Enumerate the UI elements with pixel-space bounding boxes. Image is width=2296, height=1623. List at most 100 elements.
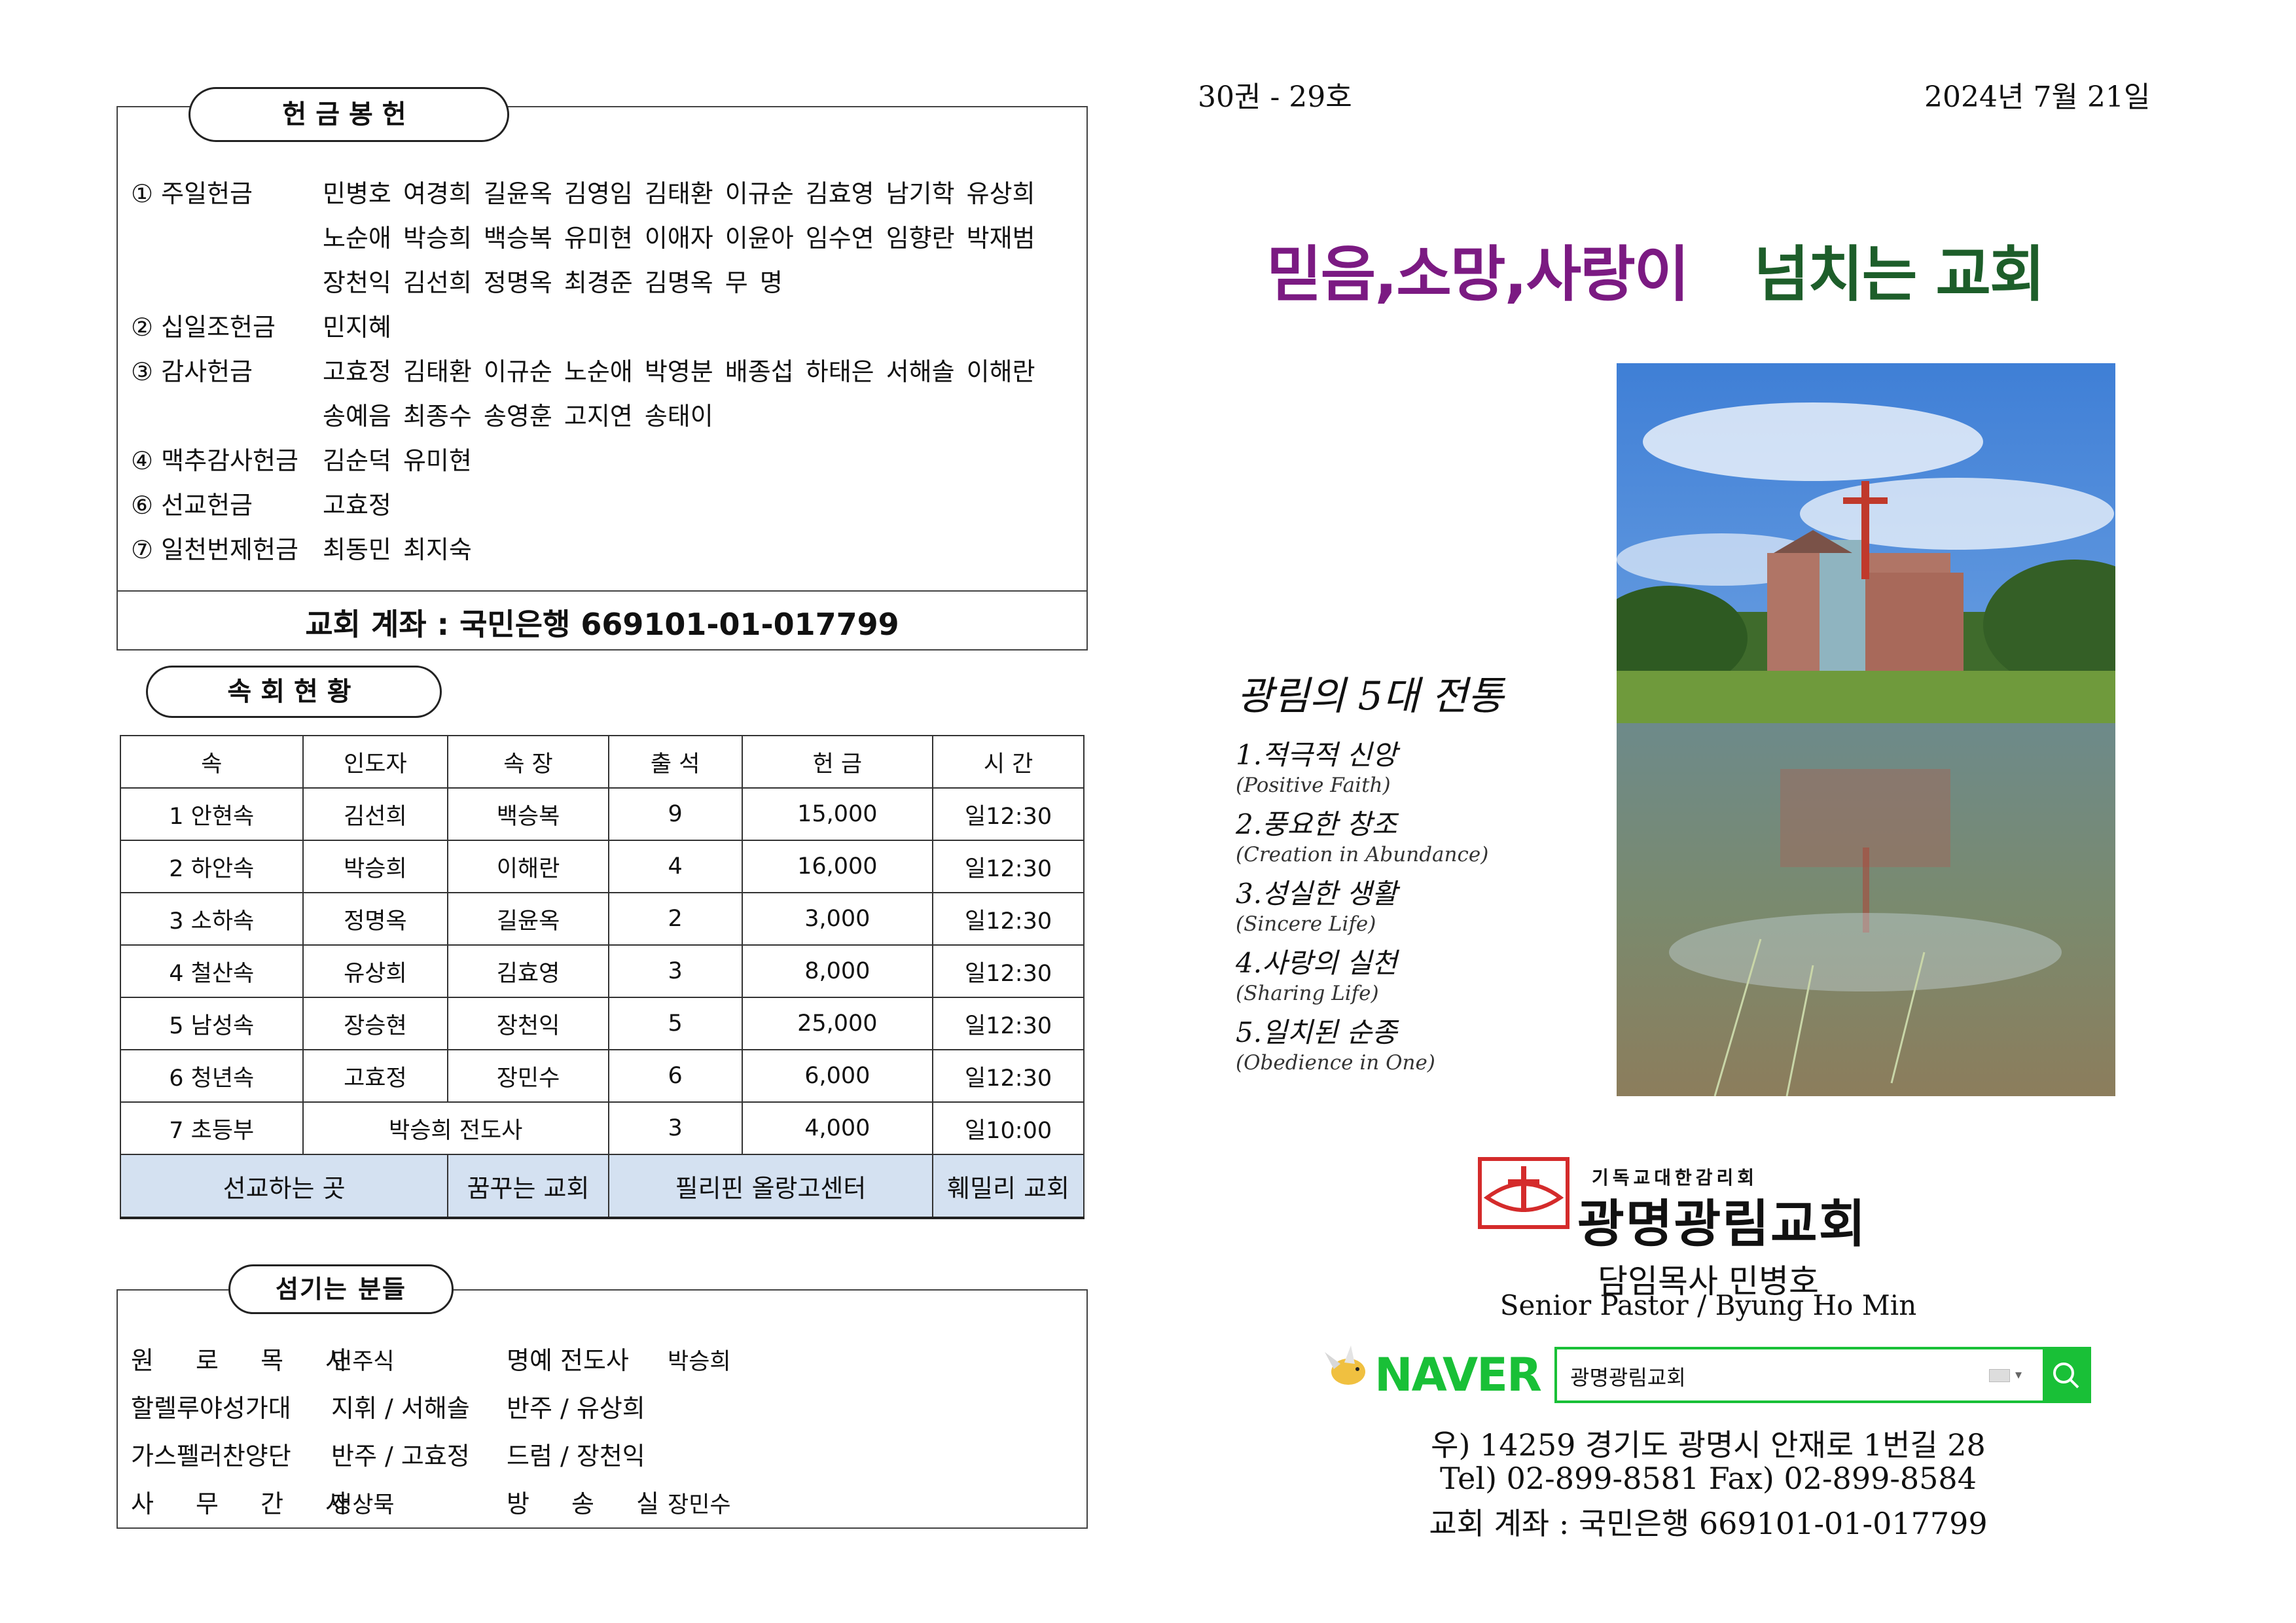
table-cell: 백승복 (447, 787, 609, 841)
table-cell: 고효정 (302, 1049, 449, 1103)
table-header-row: 속 인도자 속 장 출 석 헌 금 시 간 (120, 735, 1085, 789)
server-name: 민주식 (331, 1349, 395, 1375)
table-row: 4 철산속 유상희 김효영 3 8,000 일12:30 (120, 944, 1085, 998)
table-cell: 3 (607, 944, 743, 998)
dropdown-icon[interactable]: ▾ (2015, 1366, 2022, 1382)
table-cell: 6 (607, 1049, 743, 1103)
offering-names: 민병호 여경희 길윤옥 김영임 김태환 이규순 김효영 남기학 유상희 (323, 179, 1035, 208)
table-cell: 6,000 (741, 1049, 934, 1103)
tradition-item: 1.적극적 신앙 (1236, 739, 1397, 771)
search-bar[interactable]: 광명광림교회 ▾ (1554, 1347, 2091, 1403)
server-role: 드럼 / 장천익 (507, 1442, 645, 1471)
servers-row: 원 로 목 사민주식 명예 전도사 박승희 (131, 1340, 731, 1376)
table-cell: 4 (607, 840, 743, 893)
table-cell: 16,000 (741, 840, 934, 893)
table-cell: 6 청년속 (120, 1049, 304, 1103)
church-phone: Tel) 02-899-8581 Fax) 02-899-8584 (1440, 1461, 1977, 1496)
table-cell: 5 남성속 (120, 997, 304, 1050)
table-row: 2 하안속 박승희 이해란 4 16,000 일12:30 (120, 840, 1085, 893)
tradition-english: (Obedience in One) (1236, 1051, 1435, 1075)
servers-row: 사 무 간 사정상묵 방 송 실장민수 (131, 1484, 731, 1520)
offering-row-harvest: ④ 맥추감사헌금 김순덕 유미현 (131, 440, 472, 476)
church-account: 교회 계좌 : 국민은행 669101-01-017799 (1429, 1506, 1988, 1541)
offering-names: 장천익 김선희 정명옥 최경준 김명옥 무 명 (323, 268, 783, 297)
offering-row-thanks: ③ 감사헌금 고효정 김태환 이규순 노순애 박영분 배종섭 하태은 서해솔 이… (131, 351, 1035, 387)
table-cell: 정명옥 (302, 892, 449, 946)
servers-title: 섬기는 분들 (228, 1264, 454, 1314)
groups-title: 속회현황 (146, 666, 442, 718)
table-header: 인도자 (302, 735, 449, 789)
table-cell: 4,000 (741, 1101, 934, 1155)
slogan-part2: 넘치는 교회 (1753, 240, 2045, 310)
bulletin-date: 2024년 7월 21일 (1924, 80, 2151, 114)
server-name: 지휘 / 서해솔 (331, 1394, 470, 1423)
server-name: 정상묵 (331, 1492, 395, 1518)
server-role: 원 로 목 사 (131, 1346, 366, 1375)
table-cell: 일10:00 (932, 1101, 1085, 1155)
table-cell: 일12:30 (932, 997, 1085, 1050)
table-cell: 2 (607, 892, 743, 946)
table-cell: 장천익 (447, 997, 609, 1050)
naver-bird-icon (1322, 1343, 1372, 1390)
search-input[interactable]: 광명광림교회 (1570, 1361, 1686, 1391)
table-header: 속 (120, 735, 304, 789)
table-cell: 25,000 (741, 997, 934, 1050)
server-role: 할렐루야성가대 (131, 1394, 291, 1423)
mission-row: 선교하는 곳 꿈꾸는 교회 필리핀 올랑고센터 훼밀리 교회 (119, 1154, 1085, 1219)
offering-names: 고효정 (323, 491, 391, 520)
offering-names: 민지혜 (323, 313, 391, 342)
table-cell: 15,000 (741, 787, 934, 841)
table-cell: 일12:30 (932, 840, 1085, 893)
offering-label: ⑦ 일천번제헌금 (131, 535, 298, 564)
table-cell: 길윤옥 (447, 892, 609, 946)
naver-logo: NAVER (1374, 1348, 1542, 1402)
table-cell: 일12:30 (932, 892, 1085, 946)
table-cell: 4 철산속 (120, 944, 304, 998)
offering-row-tithe: ② 십일조헌금 민지혜 (131, 307, 391, 343)
pastor-english: Senior Pastor / Byung Ho Min (1499, 1289, 1917, 1321)
tradition-item: 3.성실한 생활 (1236, 878, 1397, 910)
offering-label: ⑥ 선교헌금 (131, 491, 253, 520)
tradition-item: 5.일치된 순종 (1236, 1016, 1397, 1048)
table-cell: 5 (607, 997, 743, 1050)
table-cell: 박승희 (302, 840, 449, 893)
tradition-english: (Sincere Life) (1236, 912, 1376, 936)
offering-names: 송예음 최종수 송영훈 고지연 송태이 (323, 402, 713, 431)
search-button[interactable] (2043, 1349, 2089, 1400)
table-header: 헌 금 (741, 735, 934, 789)
table-cell: 이해란 (447, 840, 609, 893)
table-cell: 3,000 (741, 892, 934, 946)
table-cell: 일12:30 (932, 944, 1085, 998)
mission-place: 필리핀 올랑고센터 (607, 1154, 934, 1219)
table-cell: 1 안현속 (120, 787, 304, 841)
servers-row: 가스펠러찬양단 반주 / 고효정 드럼 / 장천익 (131, 1436, 645, 1472)
table-row: 6 청년속 고효정 장민수 6 6,000 일12:30 (120, 1049, 1085, 1103)
church-name: 광명광림교회 (1577, 1195, 1867, 1254)
table-cell: 일12:30 (932, 1049, 1085, 1103)
offering-label: ① 주일헌금 (131, 179, 253, 208)
church-address: 우) 14259 경기도 광명시 안재로 1번길 28 (1431, 1427, 1986, 1463)
offering-row-mission: ⑥ 선교헌금 고효정 (131, 485, 391, 521)
volume-issue: 30권 - 29호 (1198, 80, 1352, 114)
tradition-english: (Positive Faith) (1236, 774, 1391, 797)
table-cell: 박승희 전도사 (302, 1101, 609, 1155)
server-role: 방 송 실 (507, 1489, 677, 1518)
offering-names: 김순덕 유미현 (323, 446, 472, 475)
table-row: 3 소하속 정명옥 길윤옥 2 3,000 일12:30 (120, 892, 1085, 946)
table-cell: 장승현 (302, 997, 449, 1050)
table-cell: 3 (607, 1101, 743, 1155)
groups-table: 속 인도자 속 장 출 석 헌 금 시 간 1 안현속 김선희 백승복 9 15,000… (119, 735, 1085, 1219)
offering-divider (117, 590, 1088, 592)
offering-label: ② 십일조헌금 (131, 313, 276, 342)
keyboard-icon[interactable] (1989, 1369, 2010, 1382)
offering-account: 교회 계좌 : 국민은행 669101-01-017799 (305, 607, 899, 642)
server-role: 가스펠러찬양단 (131, 1442, 291, 1471)
server-name: 박승희 (668, 1349, 731, 1375)
mission-place: 꿈꾸는 교회 (447, 1154, 609, 1219)
search-icon (2053, 1363, 2079, 1389)
table-cell: 7 초등부 (120, 1101, 304, 1155)
server-role: 반주 / 유상희 (507, 1394, 645, 1423)
table-cell: 2 하안속 (120, 840, 304, 893)
offering-label: ④ 맥추감사헌금 (131, 446, 298, 475)
church-slogan: 믿음,소망,사랑이 넘치는 교회 (1266, 226, 2045, 313)
